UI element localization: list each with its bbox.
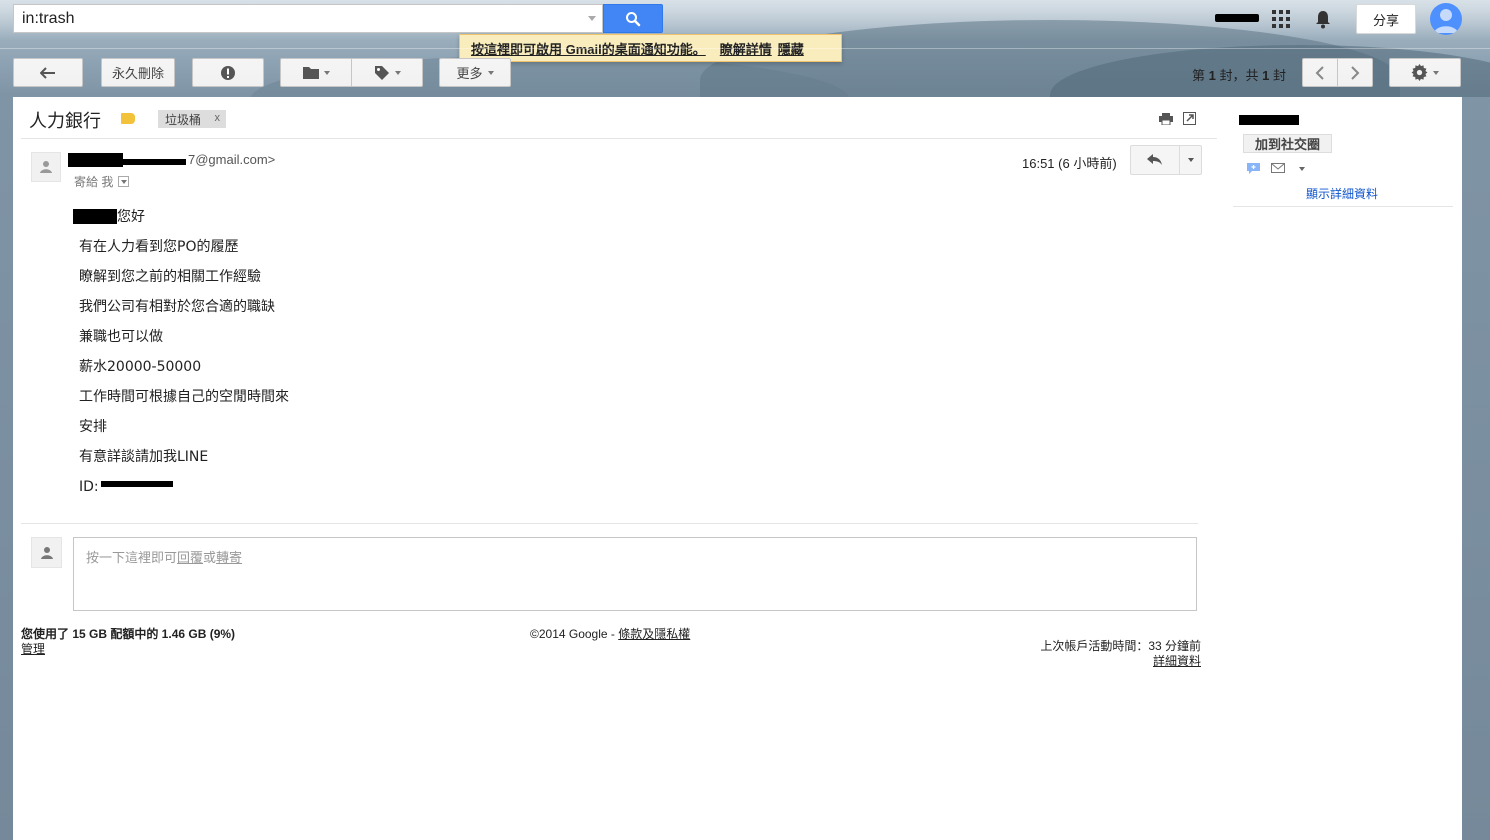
chevron-down-icon bbox=[323, 70, 330, 75]
show-details-link[interactable]: 顯示詳細資料 bbox=[1306, 185, 1378, 202]
body-line: 瞭解到您之前的相關工作經驗 bbox=[79, 269, 261, 285]
gear-icon bbox=[1411, 64, 1428, 81]
search-box[interactable] bbox=[13, 4, 603, 33]
report-spam-button[interactable] bbox=[192, 58, 264, 87]
copyright: ©2014 Google - 條款及隱私權 bbox=[530, 627, 691, 641]
account-avatar[interactable] bbox=[1430, 3, 1462, 35]
email-icon[interactable] bbox=[1271, 163, 1285, 173]
redacted-sender-name bbox=[68, 153, 123, 167]
person-icon bbox=[40, 161, 52, 173]
chevron-down-icon[interactable] bbox=[1299, 167, 1305, 171]
chevron-right-icon bbox=[1351, 65, 1360, 80]
storage-quota: 您使用了 15 GB 配額中的 1.46 GB (9%) bbox=[21, 627, 236, 641]
search-button[interactable] bbox=[603, 4, 663, 33]
body-line: 有在人力看到您PO的履歷 bbox=[79, 239, 239, 255]
message-date: 16:51 (6 小時前) bbox=[1022, 156, 1117, 171]
chevron-left-icon bbox=[1315, 65, 1324, 80]
reply-forward-box[interactable]: 按一下這裡即可回覆或轉寄 bbox=[73, 537, 1197, 611]
divider bbox=[1233, 206, 1453, 207]
label-tag-icon bbox=[374, 65, 389, 80]
redacted-sender-email bbox=[121, 159, 186, 165]
redacted-contact-name bbox=[1239, 115, 1299, 125]
trash-label-text: 垃圾桶 bbox=[165, 112, 202, 127]
person-icon bbox=[1434, 9, 1458, 33]
person-icon bbox=[40, 546, 53, 559]
search-options-caret-icon[interactable] bbox=[588, 16, 596, 21]
back-arrow-icon bbox=[40, 66, 55, 79]
more-actions-button[interactable]: 更多 bbox=[439, 58, 511, 87]
move-to-button[interactable] bbox=[280, 58, 352, 87]
terms-privacy-link[interactable]: 條款及隱私權 bbox=[618, 627, 690, 641]
divider bbox=[21, 138, 1217, 139]
manage-storage-link[interactable]: 管理 bbox=[21, 640, 45, 657]
message-view: 人力銀行 垃圾桶 x 7@gmail.com> 寄給 我 16:51 (6 小時… bbox=[13, 97, 1462, 840]
message-body: 您好 有在人力看到您PO的履歷 瞭解到您之前的相關工作經驗 我們公司有相對於您合… bbox=[79, 202, 289, 502]
body-line: 我們公司有相對於您合適的職缺 bbox=[79, 299, 275, 315]
delete-forever-button[interactable]: 永久刪除 bbox=[101, 58, 175, 87]
my-avatar bbox=[31, 537, 62, 568]
folder-icon bbox=[302, 67, 319, 79]
redacted-username bbox=[1215, 14, 1259, 22]
labels-button[interactable] bbox=[351, 58, 423, 87]
search-input[interactable] bbox=[14, 5, 574, 32]
divider bbox=[21, 523, 1198, 524]
recipient-text: 寄給 我 bbox=[74, 175, 114, 189]
recipient-line: 寄給 我 bbox=[74, 173, 130, 190]
redacted-recipient-name bbox=[73, 209, 117, 224]
open-new-window-icon[interactable] bbox=[1183, 112, 1196, 125]
older-button[interactable] bbox=[1337, 58, 1373, 87]
reply-arrow-icon bbox=[1147, 154, 1162, 165]
activity-details-link[interactable]: 詳細資料 bbox=[1101, 652, 1201, 669]
body-line: 工作時間可根據自己的空閒時間來 bbox=[79, 389, 289, 405]
body-line: 安排 bbox=[79, 419, 107, 435]
redacted-line-id bbox=[101, 481, 173, 487]
forward-link[interactable]: 轉寄 bbox=[216, 550, 242, 565]
chevron-down-icon bbox=[1187, 158, 1194, 162]
newer-button[interactable] bbox=[1302, 58, 1338, 87]
show-details-dropdown-icon[interactable] bbox=[118, 176, 130, 187]
body-line: ID: bbox=[79, 479, 99, 495]
pager-info: 第 1 封，共 1 封 bbox=[1192, 68, 1287, 83]
add-to-circles-button[interactable]: 加到社交圈 bbox=[1243, 134, 1332, 153]
more-label: 更多 bbox=[456, 66, 483, 81]
search-icon bbox=[626, 11, 641, 26]
chat-icon[interactable] bbox=[1247, 163, 1260, 174]
body-line: 有意詳談請加我LINE bbox=[79, 449, 209, 465]
sender-avatar bbox=[31, 152, 61, 182]
trash-label-chip[interactable]: 垃圾桶 x bbox=[158, 110, 226, 128]
settings-button[interactable] bbox=[1389, 58, 1461, 87]
remove-label-icon[interactable]: x bbox=[215, 112, 221, 124]
email-subject: 人力銀行 bbox=[29, 111, 101, 131]
chevron-down-icon bbox=[487, 70, 494, 75]
reply-link[interactable]: 回覆 bbox=[177, 550, 203, 565]
chevron-down-icon bbox=[394, 70, 401, 75]
print-icon[interactable] bbox=[1159, 113, 1173, 125]
reply-button[interactable] bbox=[1130, 145, 1180, 175]
spam-exclamation-icon bbox=[221, 65, 235, 80]
chevron-down-icon bbox=[1433, 70, 1439, 75]
body-line: 兼職也可以做 bbox=[79, 329, 163, 345]
apps-grid-icon[interactable] bbox=[1272, 10, 1290, 28]
header-divider bbox=[0, 48, 1490, 49]
back-button[interactable] bbox=[13, 58, 83, 87]
share-button[interactable]: 分享 bbox=[1356, 4, 1416, 34]
message-more-button[interactable] bbox=[1179, 145, 1202, 175]
importance-marker-icon[interactable] bbox=[121, 113, 135, 124]
body-line: 薪水20000-50000 bbox=[79, 359, 202, 375]
notifications-bell-icon[interactable] bbox=[1312, 8, 1334, 30]
